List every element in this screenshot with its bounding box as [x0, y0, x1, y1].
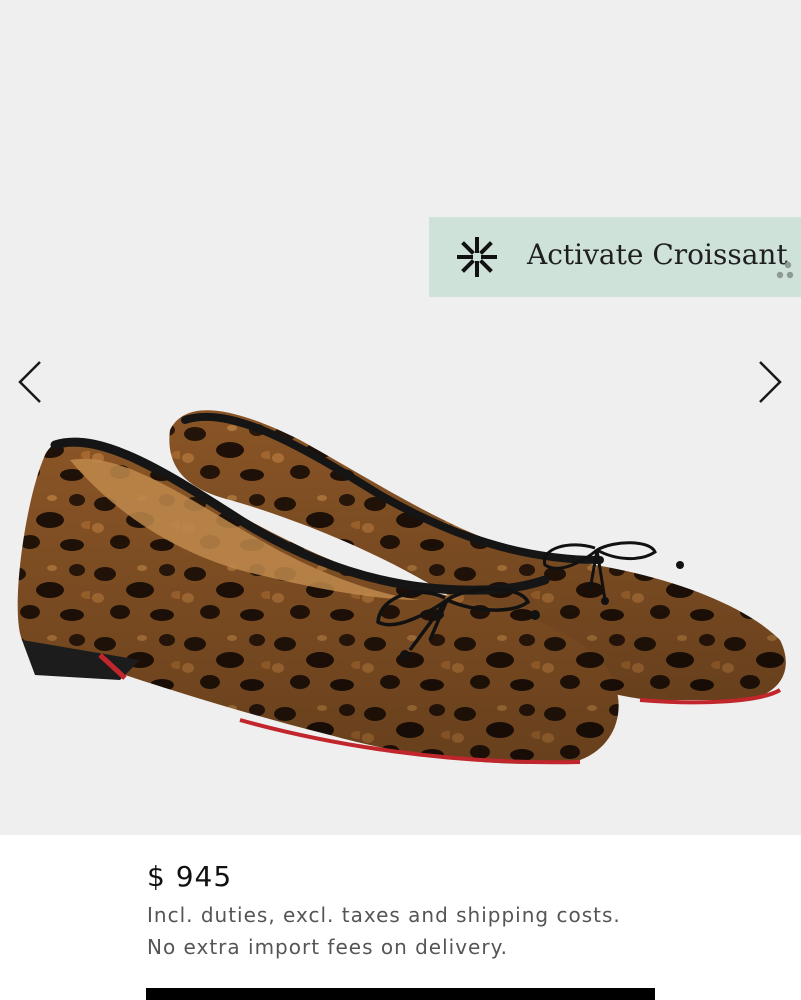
product-image-gallery[interactable]: Activate Croissant [0, 0, 801, 835]
product-info: $ 945 Incl. duties, excl. taxes and ship… [147, 855, 621, 963]
chevron-right-icon [759, 361, 782, 403]
chevron-left-icon [18, 361, 41, 403]
import-fees-note: No extra import fees on delivery. [147, 935, 508, 959]
activate-croissant-label: Activate Croissant [527, 238, 788, 271]
dots-grip-icon[interactable] [774, 261, 796, 283]
activate-croissant-button[interactable]: Activate Croissant [429, 217, 801, 297]
product-image [17, 410, 786, 765]
duties-note: Incl. duties, excl. taxes and shipping c… [147, 903, 621, 927]
previous-image-button[interactable] [10, 352, 50, 412]
product-price: $ 945 [147, 860, 233, 893]
add-to-bag-button[interactable] [146, 988, 655, 1000]
asterisk-star-icon [456, 236, 498, 278]
next-image-button[interactable] [750, 352, 790, 412]
